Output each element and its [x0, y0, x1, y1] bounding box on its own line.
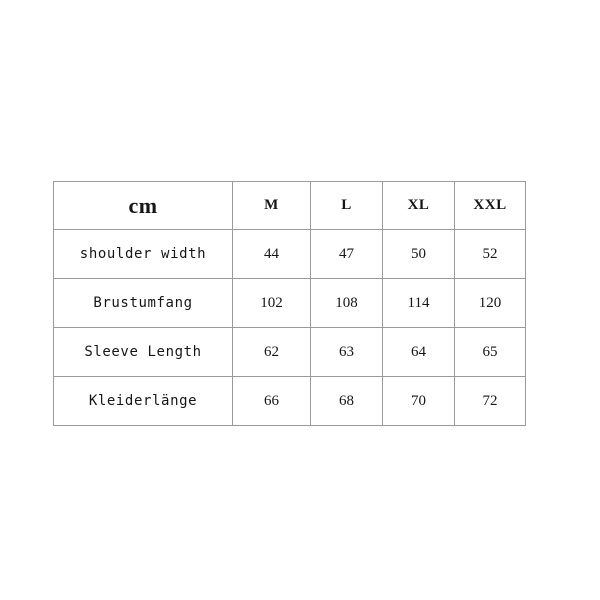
value-kleiderlange-l: 68	[310, 376, 383, 426]
value-shoulder-width-m: 44	[232, 229, 311, 279]
size-chart-table: cm M L XL XXL shoulder width 44 47 50 52…	[53, 181, 526, 426]
size-header-l: L	[310, 181, 383, 230]
value-kleiderlange-xl: 70	[382, 376, 455, 426]
value-sleeve-length-l: 63	[310, 327, 383, 377]
value-kleiderlange-xxl: 72	[454, 376, 526, 426]
table-row: Sleeve Length 62 63 64 65	[53, 327, 526, 377]
table-row: shoulder width 44 47 50 52	[53, 229, 526, 279]
value-kleiderlange-m: 66	[232, 376, 311, 426]
size-chart-page: cm M L XL XXL shoulder width 44 47 50 52…	[0, 0, 600, 600]
size-header-xl: XL	[382, 181, 455, 230]
size-header-xxl: XXL	[454, 181, 526, 230]
size-header-m: M	[232, 181, 311, 230]
measurement-label-sleeve-length: Sleeve Length	[53, 327, 233, 377]
table-row: Brustumfang 102 108 114 120	[53, 278, 526, 328]
value-sleeve-length-m: 62	[232, 327, 311, 377]
value-brustumfang-xl: 114	[382, 278, 455, 328]
value-shoulder-width-l: 47	[310, 229, 383, 279]
value-sleeve-length-xxl: 65	[454, 327, 526, 377]
value-shoulder-width-xxl: 52	[454, 229, 526, 279]
unit-header-cell: cm	[53, 181, 233, 230]
value-brustumfang-xxl: 120	[454, 278, 526, 328]
measurement-label-brustumfang: Brustumfang	[53, 278, 233, 328]
measurement-label-kleiderlange: Kleiderlänge	[53, 376, 233, 426]
value-sleeve-length-xl: 64	[382, 327, 455, 377]
value-brustumfang-l: 108	[310, 278, 383, 328]
measurement-label-shoulder-width: shoulder width	[53, 229, 233, 279]
value-shoulder-width-xl: 50	[382, 229, 455, 279]
table-row: Kleiderlänge 66 68 70 72	[53, 376, 526, 426]
value-brustumfang-m: 102	[232, 278, 311, 328]
table-header-row: cm M L XL XXL	[53, 181, 526, 230]
